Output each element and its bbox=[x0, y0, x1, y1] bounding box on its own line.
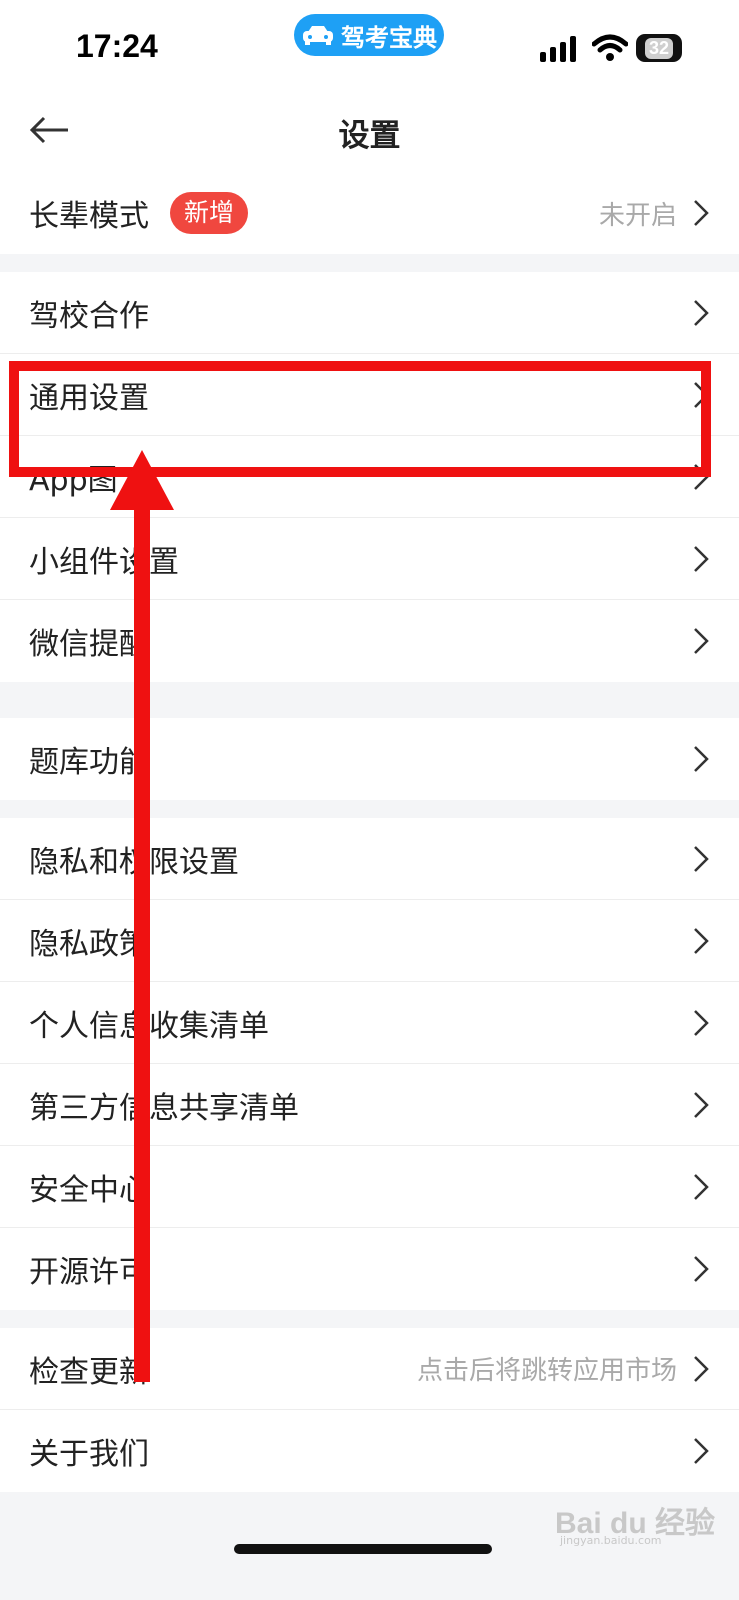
chevron-right-icon bbox=[694, 845, 709, 872]
chevron-right-icon bbox=[694, 628, 709, 654]
settings-row-app-icon[interactable]: App图 bbox=[0, 436, 739, 518]
settings-group-about: 检查更新 点击后将跳转应用市场 关于我们 bbox=[0, 1328, 739, 1492]
settings-row-driving-school[interactable]: 驾校合作 bbox=[0, 272, 739, 354]
wifi-icon bbox=[592, 34, 628, 61]
app-indicator-pill[interactable]: 驾考宝典 bbox=[294, 14, 444, 56]
chevron-right-icon bbox=[694, 381, 709, 408]
chevron-right-icon bbox=[694, 200, 709, 226]
settings-row-about-us[interactable]: 关于我们 bbox=[0, 1410, 739, 1492]
chevron-right-icon bbox=[694, 1173, 709, 1200]
settings-row-third-party-list[interactable]: 第三方信息共享清单 bbox=[0, 1064, 739, 1146]
nav-bar: 设置 bbox=[0, 88, 739, 173]
row-label: 驾校合作 bbox=[29, 298, 149, 334]
car-icon bbox=[303, 26, 333, 45]
signal-icon bbox=[540, 36, 576, 62]
chevron-right-icon bbox=[694, 299, 709, 326]
settings-group-general: 驾校合作 通用设置 App图 小组件设置 微信提醒 bbox=[0, 272, 739, 682]
settings-group-question-bank: 题库功能 bbox=[0, 718, 739, 800]
watermark-url: jingyan.baidu.com bbox=[560, 1534, 662, 1547]
settings-row-personal-info-list[interactable]: 个人信息收集清单 bbox=[0, 982, 739, 1064]
chevron-right-icon bbox=[694, 1438, 709, 1464]
status-time: 17:24 bbox=[76, 28, 158, 64]
row-label: 第三方信息共享清单 bbox=[29, 1090, 299, 1126]
chevron-right-icon bbox=[694, 545, 709, 572]
settings-row-privacy-permissions[interactable]: 隐私和权限设置 bbox=[0, 818, 739, 900]
chevron-right-icon bbox=[694, 1091, 709, 1118]
row-label: 长辈模式 bbox=[29, 199, 149, 234]
chevron-right-icon bbox=[694, 1355, 709, 1382]
settings-group-privacy: 隐私和权限设置 隐私政策 个人信息收集清单 第三方信息共享清单 安全中心 开源许… bbox=[0, 818, 739, 1310]
settings-row-elder-mode[interactable]: 长辈模式 新增 未开启 bbox=[0, 172, 739, 254]
row-label: 通用设置 bbox=[29, 380, 149, 416]
home-indicator[interactable] bbox=[234, 1544, 492, 1554]
chevron-right-icon bbox=[694, 746, 709, 772]
settings-row-wechat-reminder[interactable]: 微信提醒 bbox=[0, 600, 739, 682]
row-value: 点击后将跳转应用市场 bbox=[416, 1356, 677, 1386]
chevron-right-icon bbox=[694, 1009, 709, 1036]
chevron-right-icon bbox=[694, 463, 709, 490]
settings-row-privacy-policy[interactable]: 隐私政策 bbox=[0, 900, 739, 982]
new-badge: 新增 bbox=[170, 192, 249, 234]
battery-level: 32 bbox=[644, 37, 674, 59]
settings-row-check-update[interactable]: 检查更新 点击后将跳转应用市场 bbox=[0, 1328, 739, 1410]
settings-group-elder: 长辈模式 新增 未开启 bbox=[0, 172, 739, 254]
row-label: 小组件设置 bbox=[29, 544, 179, 580]
settings-row-widget[interactable]: 小组件设置 bbox=[0, 518, 739, 600]
row-label: App图 bbox=[29, 462, 118, 498]
row-label: 关于我们 bbox=[29, 1437, 149, 1472]
chevron-right-icon bbox=[694, 927, 709, 954]
row-label: 个人信息收集清单 bbox=[29, 1008, 269, 1044]
row-value: 未开启 bbox=[598, 200, 677, 231]
status-bar: 17:24 驾考宝典 32 bbox=[0, 0, 739, 88]
settings-row-question-bank[interactable]: 题库功能 bbox=[0, 718, 739, 800]
row-label: 题库功能 bbox=[29, 745, 149, 780]
settings-row-open-source[interactable]: 开源许可 bbox=[0, 1228, 739, 1310]
settings-row-security-center[interactable]: 安全中心 bbox=[0, 1146, 739, 1228]
row-label: 检查更新 bbox=[29, 1354, 149, 1390]
chevron-right-icon bbox=[694, 1256, 709, 1282]
settings-row-general-settings[interactable]: 通用设置 bbox=[0, 354, 739, 436]
row-label: 安全中心 bbox=[29, 1172, 149, 1208]
row-label: 隐私和权限设置 bbox=[29, 844, 239, 880]
row-label: 开源许可 bbox=[29, 1255, 149, 1290]
battery-icon: 32 bbox=[636, 34, 682, 62]
row-label: 隐私政策 bbox=[29, 926, 149, 962]
app-pill-label: 驾考宝典 bbox=[341, 23, 437, 52]
page-title: 设置 bbox=[338, 118, 401, 154]
row-label: 微信提醒 bbox=[29, 627, 149, 662]
